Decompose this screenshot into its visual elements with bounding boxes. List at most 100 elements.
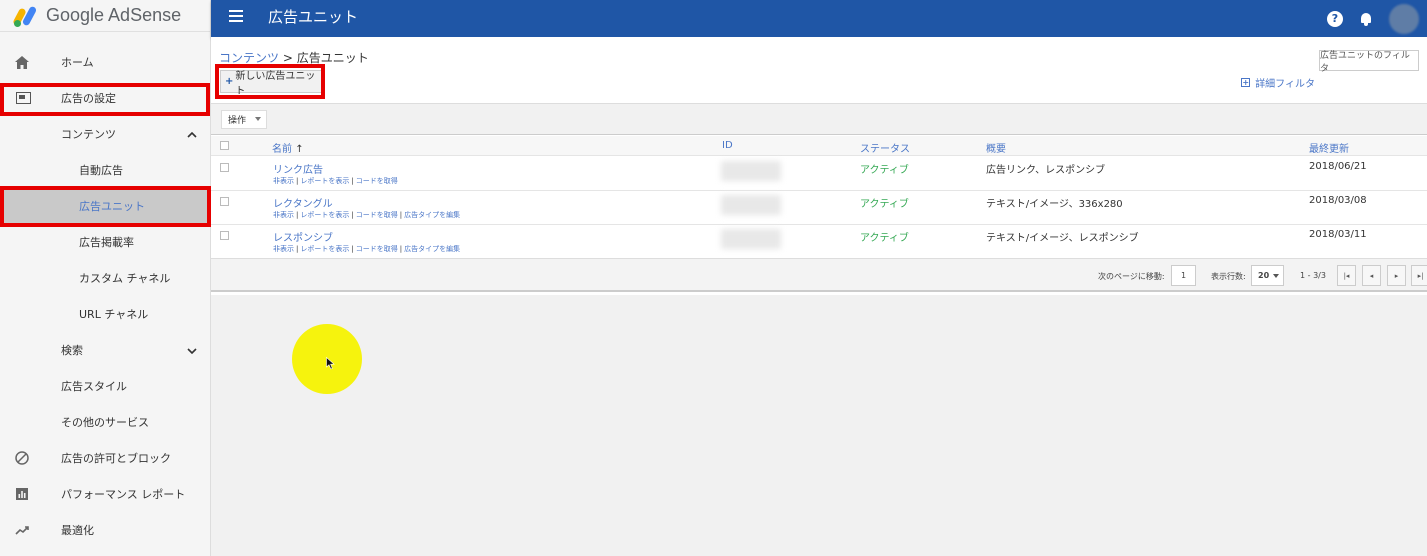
sidebar-item-label: 最適化 (61, 524, 94, 537)
adsense-logo[interactable]: Google AdSense (0, 0, 210, 32)
edit-ad-type-link[interactable]: 広告タイプを編集 (404, 211, 460, 219)
column-header-status[interactable]: ステータス (860, 140, 910, 155)
breadcrumb-separator: > (282, 51, 293, 65)
view-report-link[interactable]: レポートを表示 (300, 211, 349, 219)
rows-per-page-label: 表示行数: (1211, 272, 1246, 281)
status-badge: アクティブ (860, 233, 909, 244)
sidebar-item-label: 広告の許可とブロック (61, 452, 171, 465)
view-report-link[interactable]: レポートを表示 (300, 245, 349, 253)
sidebar-item-label: カスタム チャネル (79, 272, 171, 285)
row-actions: 非表示 | レポートを表示 | コードを取得 | 広告タイプを編集 (273, 211, 461, 219)
row-checkbox[interactable] (220, 163, 229, 172)
hide-link[interactable]: 非表示 (273, 211, 294, 219)
ad-unit-name-link[interactable]: レクタングル (273, 195, 333, 210)
sidebar-item-label: 広告スタイル (61, 380, 127, 393)
table-toolbar: 操作 (211, 103, 1427, 135)
highlight-box-ad-settings (0, 83, 210, 116)
sort-asc-icon: ↑ (295, 144, 304, 155)
sidebar-item-label: 自動広告 (79, 164, 123, 177)
column-header-id[interactable]: ID (722, 140, 733, 151)
dropdown-caret-icon (255, 117, 261, 121)
next-page-icon[interactable]: ▸ (1387, 265, 1406, 286)
column-header-last-updated[interactable]: 最終更新 (1309, 140, 1349, 155)
sidebar-item-custom-channels[interactable]: カスタム チャネル (0, 260, 211, 296)
adsense-logo-icon (12, 5, 38, 27)
status-badge: アクティブ (860, 165, 909, 176)
top-bar-actions: ? (1327, 0, 1427, 37)
ad-unit-id-redacted (721, 161, 781, 181)
view-report-link[interactable]: レポートを表示 (300, 177, 349, 185)
pagination-bar: 次のページに移動: 1 表示行数: 20 1 - 3/3 |◂ ◂ ▸ ▸| (211, 258, 1427, 292)
breadcrumb-content-link[interactable]: コンテンツ (219, 51, 279, 65)
column-header-name[interactable]: 名前 ↑ (272, 140, 304, 155)
last-page-icon[interactable]: ▸| (1411, 265, 1427, 286)
select-all-checkbox[interactable] (220, 141, 229, 150)
home-icon (14, 54, 30, 70)
ad-unit-summary: テキスト/イメージ、336x280 (986, 199, 1123, 210)
advanced-filter-label: 詳細フィルタ (1255, 79, 1315, 90)
page-range: 1 - 3/3 (1300, 271, 1326, 280)
mouse-cursor-icon (326, 356, 335, 373)
sidebar-item-label: 検索 (61, 344, 83, 357)
sidebar-item-optimization[interactable]: 最適化 (0, 512, 211, 548)
sidebar-item-label: コンテンツ (61, 128, 116, 141)
breadcrumb-current: 広告ユニット (296, 51, 369, 65)
bar-chart-icon (14, 486, 30, 502)
highlight-box-new-ad-unit (215, 64, 325, 99)
ad-unit-filter-input[interactable]: 広告ユニットのフィルタ (1319, 50, 1419, 74)
get-code-link[interactable]: コードを取得 (356, 211, 398, 219)
row-actions: 非表示 | レポートを表示 | コードを取得 (273, 177, 398, 185)
sidebar-item-label: その他のサービス (61, 416, 149, 429)
sidebar-item-other-services[interactable]: その他のサービス (0, 404, 211, 440)
ad-unit-name-link[interactable]: リンク広告 (273, 161, 323, 176)
sidebar-item-content[interactable]: コンテンツ (0, 116, 211, 152)
hide-link[interactable]: 非表示 (273, 245, 294, 253)
sidebar-item-auto-ads[interactable]: 自動広告 (0, 152, 211, 188)
sidebar-item-home[interactable]: ホーム (0, 44, 211, 80)
page-title: 広告ユニット (268, 8, 359, 26)
top-app-bar: 広告ユニット ? (211, 0, 1427, 37)
first-page-icon[interactable]: |◂ (1337, 265, 1356, 286)
previous-page-icon[interactable]: ◂ (1362, 265, 1381, 286)
logo-text: Google AdSense (46, 5, 182, 25)
edit-ad-type-link[interactable]: 広告タイプを編集 (404, 245, 460, 253)
ad-unit-name-link[interactable]: レスポンシブ (273, 229, 333, 244)
sidebar-item-url-channels[interactable]: URL チャネル (0, 296, 211, 332)
ad-unit-id-redacted (721, 229, 781, 249)
sidebar-item-ad-rate[interactable]: 広告掲載率 (0, 224, 211, 260)
sidebar: Google AdSense ホーム 広告の設定 コンテンツ 自動広告 広告ユニ… (0, 0, 211, 556)
sidebar-item-ad-styles[interactable]: 広告スタイル (0, 368, 211, 404)
avatar[interactable] (1389, 3, 1419, 34)
operations-dropdown[interactable]: 操作 (221, 110, 267, 129)
row-checkbox[interactable] (220, 231, 229, 240)
status-badge: アクティブ (860, 199, 909, 210)
last-updated-date: 2018/03/08 (1309, 195, 1367, 206)
menu-icon[interactable] (229, 10, 243, 22)
table-row: レクタングル 非表示 | レポートを表示 | コードを取得 | 広告タイプを編集 アクティブ… (211, 191, 1427, 225)
rows-per-page-select[interactable]: 20 (1251, 265, 1284, 286)
notifications-bell-icon[interactable] (1359, 12, 1373, 26)
goto-page-label: 次のページに移動: (1098, 272, 1165, 281)
help-icon[interactable]: ? (1327, 10, 1343, 27)
get-code-link[interactable]: コードを取得 (356, 177, 398, 185)
hide-link[interactable]: 非表示 (273, 177, 294, 185)
sidebar-item-search[interactable]: 検索 (0, 332, 211, 368)
dropdown-caret-icon (1273, 274, 1279, 278)
sidebar-item-label: URL チャネル (79, 308, 149, 321)
sidebar-item-label: 広告掲載率 (79, 236, 134, 249)
sidebar-item-label: パフォーマンス レポート (61, 488, 186, 501)
highlight-box-ad-units (0, 186, 211, 227)
last-updated-date: 2018/06/21 (1309, 161, 1367, 172)
table-row: レスポンシブ 非表示 | レポートを表示 | コードを取得 | 広告タイプを編集 アクティブ… (211, 225, 1427, 259)
row-checkbox[interactable] (220, 197, 229, 206)
advanced-filter-link[interactable]: + 詳細フィルタ (1241, 75, 1315, 90)
chevron-up-icon (187, 128, 197, 141)
get-code-link[interactable]: コードを取得 (356, 245, 398, 253)
goto-page-input[interactable]: 1 (1171, 265, 1196, 286)
sidebar-item-allow-block[interactable]: 広告の許可とブロック (0, 440, 211, 476)
ad-unit-summary: 広告リンク、レスポンシブ (986, 165, 1106, 176)
sidebar-item-performance-reports[interactable]: パフォーマンス レポート (0, 476, 211, 512)
ad-unit-id-redacted (721, 195, 781, 215)
column-header-summary[interactable]: 概要 (986, 140, 1006, 155)
trending-up-icon (14, 522, 30, 538)
